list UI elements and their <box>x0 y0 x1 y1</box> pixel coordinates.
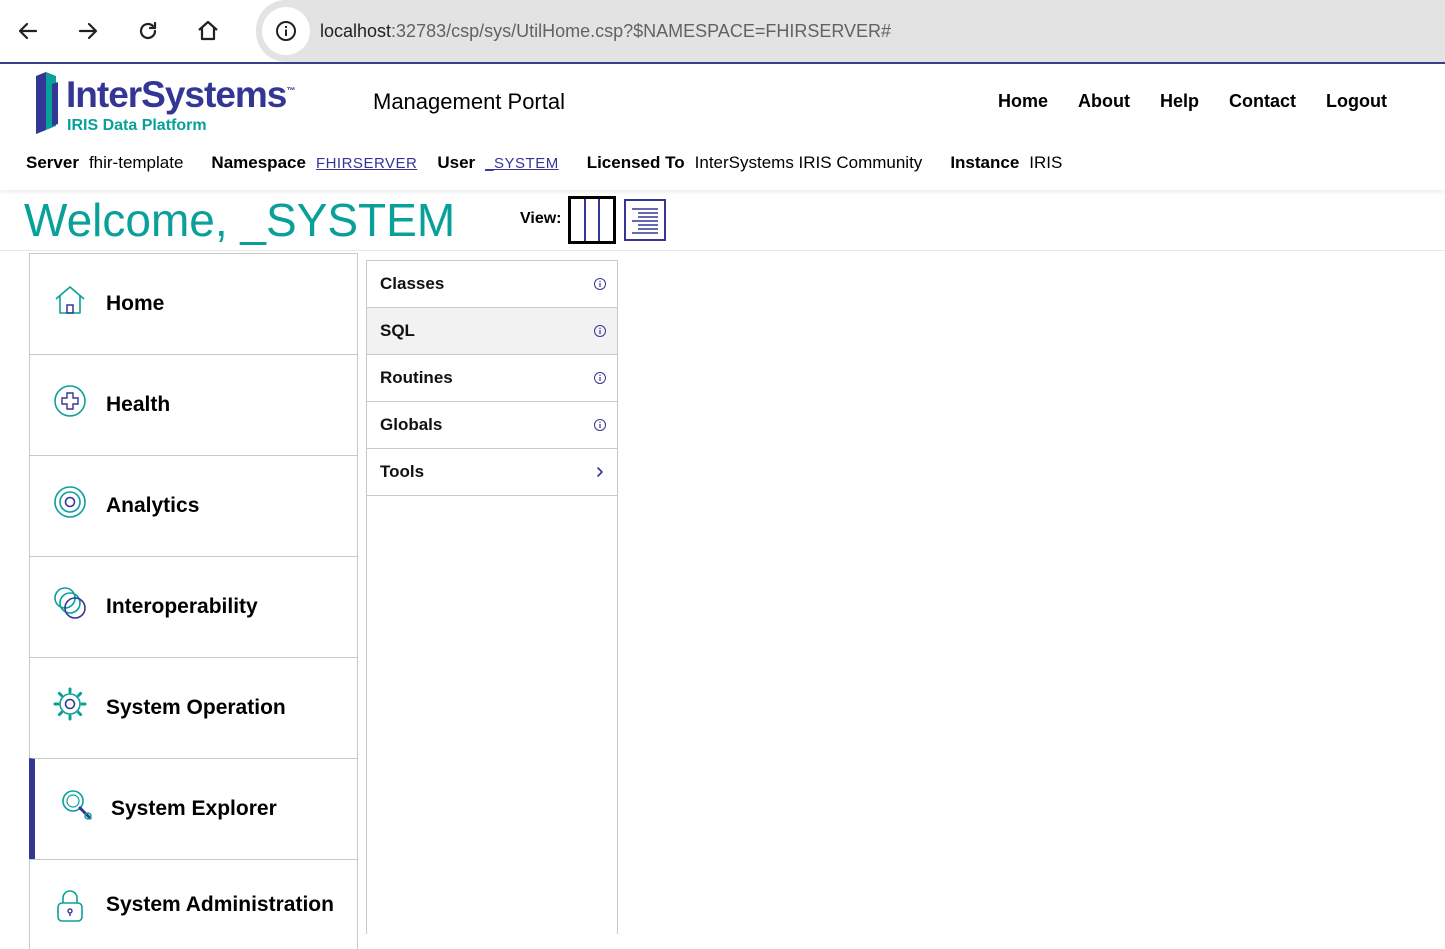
welcome-heading: Welcome, _SYSTEM <box>24 194 456 246</box>
menu-item-health[interactable]: Health <box>29 354 358 455</box>
logo-wordmark: InterSystems™ <box>66 74 295 116</box>
info-icon[interactable] <box>593 277 607 291</box>
submenu-item-tools[interactable]: Tools <box>366 448 618 496</box>
submenu-item-routines[interactable]: Routines <box>366 354 618 402</box>
url-host: localhost <box>320 21 392 41</box>
chevron-right-icon[interactable] <box>593 465 607 479</box>
logo-subtitle: IRIS Data Platform <box>67 117 207 134</box>
instance-label: Instance <box>950 153 1020 172</box>
site-info-button[interactable] <box>262 7 310 55</box>
menu-item-label: System Explorer <box>111 797 277 820</box>
arrow-right-icon <box>78 22 98 40</box>
nav-logout-link[interactable]: Logout <box>1326 91 1387 112</box>
address-bar[interactable]: localhost:32783/csp/sys/UtilHome.csp?$NA… <box>256 0 1445 62</box>
system-info-bar: Server fhir-template Namespace FHIRSERVE… <box>26 153 1090 173</box>
info-icon[interactable] <box>593 324 607 338</box>
lock-icon <box>57 890 83 922</box>
reload-icon <box>139 21 157 40</box>
instance-value: IRIS <box>1029 153 1063 172</box>
nav-contact-link[interactable]: Contact <box>1229 91 1296 112</box>
header-divider <box>0 250 1445 251</box>
house-icon <box>55 286 85 314</box>
columns-icon <box>584 199 600 241</box>
portal-header: InterSystems™ IRIS Data Platform Managem… <box>0 64 1445 190</box>
back-button[interactable] <box>11 14 45 48</box>
menu-item-system-administration[interactable]: System Administration <box>29 859 358 949</box>
submenu-item-label: Routines <box>380 368 453 387</box>
menu-item-system-explorer[interactable]: System Explorer <box>29 758 358 859</box>
logo-name: InterSystems <box>66 74 287 115</box>
licensed-label: Licensed To <box>586 153 685 172</box>
list-view-button[interactable] <box>624 199 666 241</box>
menu-item-analytics[interactable]: Analytics <box>29 455 358 556</box>
arrow-left-icon <box>18 22 38 40</box>
health-plus-icon <box>54 385 86 417</box>
column-view-button[interactable] <box>568 196 616 244</box>
menu-item-label: System Operation <box>106 696 286 719</box>
submenu-item-label: SQL <box>380 321 415 340</box>
house-icon <box>198 20 218 41</box>
submenu-item-label: Globals <box>380 415 443 434</box>
home-button[interactable] <box>191 14 225 48</box>
server-value: fhir-template <box>88 153 184 172</box>
menu-item-home[interactable]: Home <box>29 253 358 354</box>
target-icon <box>54 486 86 518</box>
url-path: :32783/csp/sys/UtilHome.csp?$NAMESPACE=F… <box>391 21 892 41</box>
submenu-item-label: Classes <box>380 274 445 293</box>
licensed-value: InterSystems IRIS Community <box>694 153 923 172</box>
info-icon[interactable] <box>593 418 607 432</box>
submenu-item-classes[interactable]: Classes <box>366 260 618 308</box>
browser-toolbar: localhost:32783/csp/sys/UtilHome.csp?$NA… <box>0 0 1445 64</box>
gear-icon <box>53 687 87 721</box>
menu-item-label: Interoperability <box>106 595 258 618</box>
submenu-item-sql[interactable]: SQL <box>366 307 618 355</box>
portal-title: Management Portal <box>373 89 565 114</box>
menu-item-system-operation[interactable]: System Operation <box>29 657 358 758</box>
info-icon <box>276 21 296 41</box>
menu-item-label: Health <box>106 393 171 416</box>
interlinked-circles-icon <box>54 587 86 619</box>
nav-help-link[interactable]: Help <box>1160 91 1199 112</box>
menu-item-label: Home <box>106 292 165 315</box>
view-label: View: <box>520 210 562 227</box>
nav-about-link[interactable]: About <box>1078 91 1130 112</box>
server-label: Server <box>26 153 79 172</box>
system-explorer-submenu: Classes SQL Routines Globals Tools <box>366 260 618 934</box>
reload-button[interactable] <box>131 14 165 48</box>
namespace-link[interactable]: FHIRSERVER <box>316 155 417 172</box>
user-label: User <box>437 153 476 172</box>
menu-item-label: Analytics <box>106 494 200 517</box>
forward-button[interactable] <box>71 14 105 48</box>
logo-trademark: ™ <box>286 85 295 96</box>
top-nav: Home About Help Contact Logout <box>998 91 1387 112</box>
menu-item-interoperability[interactable]: Interoperability <box>29 556 358 657</box>
main-menu: Home Health Analytics Interoperability S… <box>29 253 358 949</box>
url-text: localhost:32783/csp/sys/UtilHome.csp?$NA… <box>320 21 891 42</box>
submenu-item-label: Tools <box>380 462 425 481</box>
magnifier-icon <box>62 790 92 820</box>
list-lines-icon <box>632 208 658 234</box>
namespace-label: Namespace <box>211 153 306 172</box>
nav-home-link[interactable]: Home <box>998 91 1048 112</box>
submenu-item-globals[interactable]: Globals <box>366 401 618 449</box>
info-icon[interactable] <box>593 371 607 385</box>
menu-item-label: System Administration <box>106 892 334 916</box>
intersystems-logo[interactable]: InterSystems™ IRIS Data Platform <box>32 70 302 136</box>
user-link[interactable]: _SYSTEM <box>485 155 559 172</box>
